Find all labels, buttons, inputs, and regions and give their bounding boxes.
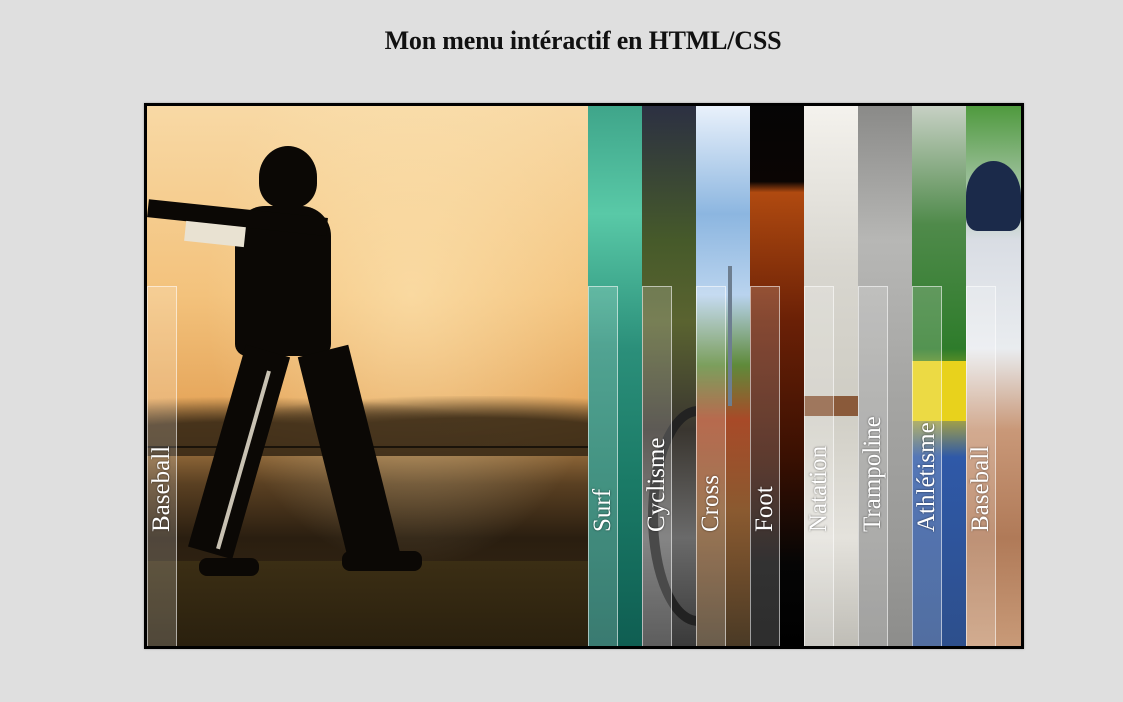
pylon xyxy=(728,266,732,406)
menu-panel-baseball[interactable]: Baseball xyxy=(147,106,588,646)
interactive-menu: Baseball Surf Cyclisme Cross Foot Natati… xyxy=(144,103,1024,649)
page-title: Mon menu intéractif en HTML/CSS xyxy=(384,26,782,55)
menu-panel-baseball-2[interactable]: Baseball xyxy=(966,106,1021,646)
panel-glass-overlay xyxy=(696,286,726,646)
menu-label-cyclisme: Cyclisme xyxy=(643,437,670,532)
menu-label-athletisme: Athlétisme xyxy=(913,422,940,532)
menu-label-natation: Natation xyxy=(805,445,832,532)
helmet-shape xyxy=(966,161,1021,231)
menu-label-baseball: Baseball xyxy=(148,445,175,532)
menu-panel-athletisme[interactable]: Athlétisme xyxy=(912,106,966,646)
panel-glass-overlay xyxy=(588,286,618,646)
menu-panel-foot[interactable]: Foot xyxy=(750,106,804,646)
menu-panel-surf[interactable]: Surf xyxy=(588,106,642,646)
menu-label-cross: Cross xyxy=(697,475,724,532)
menu-label-baseball-2: Baseball xyxy=(967,445,994,532)
menu-label-foot: Foot xyxy=(751,486,778,532)
menu-panel-cyclisme[interactable]: Cyclisme xyxy=(642,106,696,646)
menu-label-surf: Surf xyxy=(589,488,616,532)
menu-panel-natation[interactable]: Natation xyxy=(804,106,858,646)
menu-panel-trampoline[interactable]: Trampoline xyxy=(858,106,912,646)
panel-glass-overlay xyxy=(750,286,780,646)
menu-label-trampoline: Trampoline xyxy=(859,416,886,532)
menu-panel-cross[interactable]: Cross xyxy=(696,106,750,646)
